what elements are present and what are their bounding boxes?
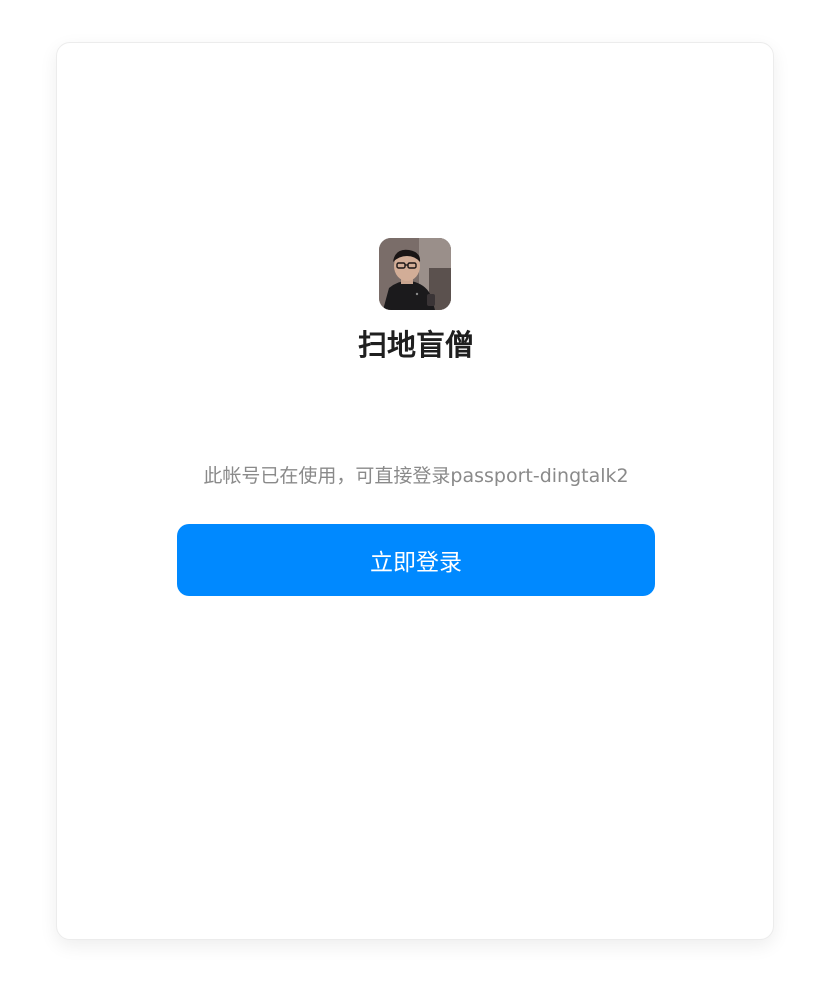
login-page: 扫地盲僧 此帐号已在使用，可直接登录passport-dingtalk2 立即登… (0, 0, 828, 982)
avatar (379, 238, 451, 310)
user-photo-avatar-icon (379, 238, 451, 310)
login-button[interactable]: 立即登录 (177, 524, 655, 596)
account-name: 扫地盲僧 (357, 328, 474, 362)
account-in-use-message: 此帐号已在使用，可直接登录passport-dingtalk2 (203, 465, 629, 487)
account-card: 扫地盲僧 此帐号已在使用，可直接登录passport-dingtalk2 立即登… (56, 42, 774, 940)
